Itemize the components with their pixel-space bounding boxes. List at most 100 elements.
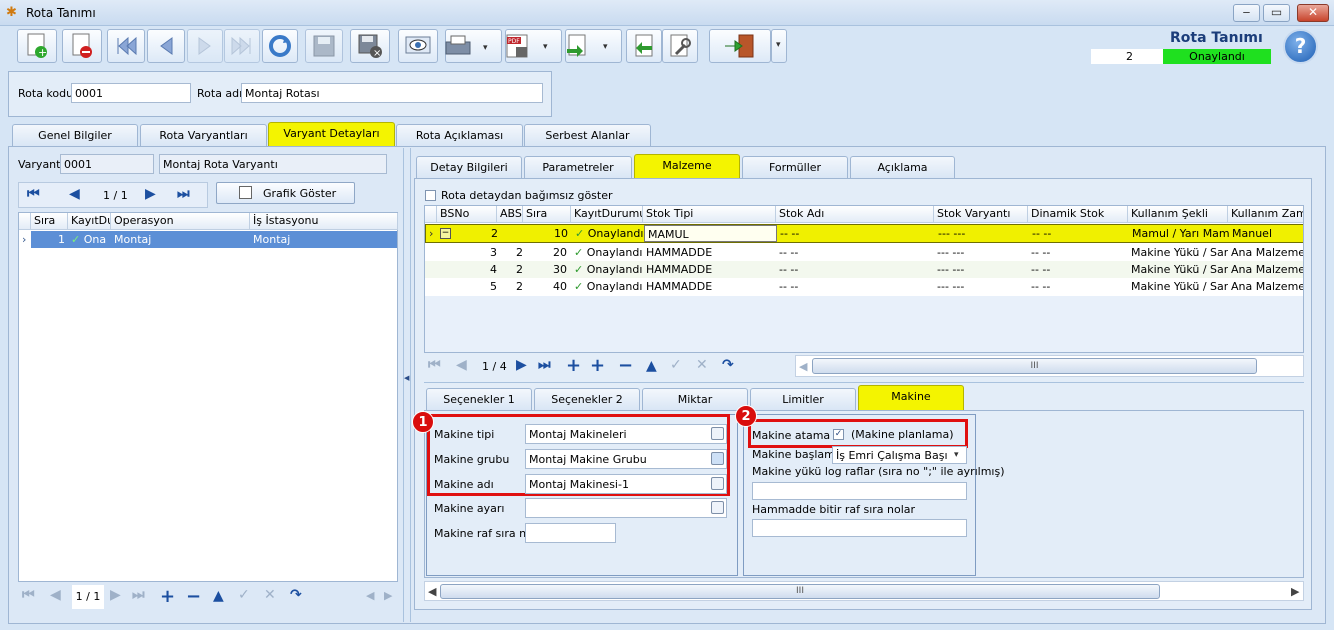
undo-icon[interactable]: ↷: [722, 357, 734, 373]
export-pdf-button[interactable]: PDF ▾: [505, 29, 562, 63]
col-status[interactable]: KayıtDurumu: [571, 206, 643, 223]
svg-text:▾: ▾: [483, 43, 488, 53]
exit-button[interactable]: [709, 29, 771, 63]
up-icon[interactable]: ▲: [646, 358, 657, 374]
machine-shelf-input[interactable]: [525, 523, 616, 543]
new-record-button[interactable]: +: [17, 29, 57, 63]
first-icon[interactable]: ⏮: [27, 186, 40, 202]
exit-dropdown[interactable]: ▾: [771, 29, 787, 63]
next-icon[interactable]: ▶: [145, 186, 156, 202]
import-icon[interactable]: [626, 29, 662, 63]
col-stock-type[interactable]: Stok Tipi: [643, 206, 776, 223]
help-icon[interactable]: ?: [1283, 29, 1318, 64]
close-button[interactable]: ✕: [1297, 4, 1329, 22]
table-row[interactable]: 4 2 30 ✓ Onaylandı HAMMADDE -- -- --- --…: [425, 261, 1303, 278]
machine-assign-checkbox[interactable]: ✓: [833, 429, 844, 440]
tab-variant-details[interactable]: Varyant Detayları: [268, 122, 395, 147]
svg-text:×: ×: [373, 48, 381, 59]
last-icon[interactable]: ⏭: [538, 357, 551, 373]
next-record-icon[interactable]: [187, 29, 223, 63]
machine-group-label: Makine grubu: [434, 453, 510, 466]
left-bottom-nav: ⏮ ◀ 1 / 1 ▶ ⏭ + − ▲ ✓ ✕ ↷ ◀ ▶: [18, 585, 398, 609]
col-bsno[interactable]: BSNo: [437, 206, 497, 223]
remove-icon[interactable]: −: [186, 586, 201, 607]
tab-detail-info[interactable]: Detay Bilgileri: [416, 156, 522, 178]
chevron-down-icon[interactable]: ▾: [954, 450, 959, 460]
col-station[interactable]: İş İstasyonu: [250, 213, 398, 230]
preview-icon[interactable]: [398, 29, 438, 63]
machine-log-input[interactable]: [752, 482, 967, 500]
last-icon[interactable]: ⏭: [177, 186, 190, 202]
material-finish-input[interactable]: [752, 519, 967, 537]
col-status[interactable]: KayıtDu: [68, 213, 111, 230]
tab-machine[interactable]: Makine: [858, 385, 964, 411]
tab-limits[interactable]: Limitler: [750, 388, 856, 410]
copy-button[interactable]: ▾: [565, 29, 622, 63]
name-input[interactable]: Montaj Rotası: [241, 83, 543, 103]
material-finish-label: Hammadde bitir raf sıra nolar: [752, 503, 916, 516]
tab-variants[interactable]: Rota Varyantları: [140, 124, 267, 146]
tab-quantity[interactable]: Miktar: [642, 388, 748, 410]
variant-code: 0001: [60, 154, 154, 174]
add-child-icon[interactable]: +: [590, 355, 605, 376]
minimize-button[interactable]: ‒: [1233, 4, 1260, 22]
maximize-button[interactable]: ▭: [1263, 4, 1290, 22]
remove-icon[interactable]: −: [618, 355, 633, 376]
tab-material[interactable]: Malzeme: [634, 154, 740, 179]
col-sira[interactable]: Sıra: [31, 213, 68, 230]
table-row[interactable]: › 1 ✓ Ona Montaj Montaj: [19, 231, 397, 248]
machine-type-input[interactable]: Montaj Makineleri: [525, 424, 727, 444]
independent-checkbox[interactable]: [425, 190, 436, 201]
save-icon[interactable]: [305, 29, 343, 63]
add-icon[interactable]: +: [160, 586, 175, 607]
col-usage-time[interactable]: Kullanım Zaman: [1228, 206, 1303, 223]
title-bar: ✱ Rota Tanımı ‒ ▭ ✕: [0, 0, 1334, 26]
machine-assign-label: Makine atama: [752, 429, 831, 442]
undo-icon[interactable]: ↷: [290, 587, 302, 603]
graph-button-label: Grafik Göster: [263, 187, 337, 200]
material-hscroll[interactable]: ◀ III: [795, 355, 1304, 377]
tab-options-2[interactable]: Seçenekler 2: [534, 388, 640, 410]
col-absi[interactable]: ABSI: [497, 206, 523, 223]
prev-record-icon[interactable]: [147, 29, 185, 63]
machine-name-input[interactable]: Montaj Makinesi-1: [525, 474, 727, 494]
machine-start-select[interactable]: İş Emri Çalışma Başı: [832, 446, 967, 464]
machine-shelf-label: Makine raf sıra no: [434, 527, 533, 540]
graph-button[interactable]: Grafik Göster: [216, 182, 355, 204]
table-row[interactable]: 3 2 20 ✓ Onaylandı HAMMADDE -- -- --- --…: [425, 244, 1303, 261]
add-icon[interactable]: +: [566, 355, 581, 376]
machine-setting-input[interactable]: [525, 498, 727, 518]
tab-formulas[interactable]: Formüller: [742, 156, 848, 178]
operations-grid: Sıra KayıtDu Operasyon İş İstasyonu › 1 …: [18, 212, 398, 582]
splitter[interactable]: ◀: [403, 148, 411, 622]
independent-label: Rota detaydan bağımsız göster: [441, 189, 613, 202]
tab-general[interactable]: Genel Bilgiler: [12, 124, 138, 146]
print-button[interactable]: ▾: [445, 29, 502, 63]
last-record-icon[interactable]: [224, 29, 260, 63]
col-stock-name[interactable]: Stok Adı: [776, 206, 934, 223]
col-usage[interactable]: Kullanım Şekli: [1128, 206, 1228, 223]
table-row[interactable]: › − 2 10 ✓ Onaylandı MAMUL -- -- --- ---…: [425, 224, 1303, 243]
table-row[interactable]: 5 2 40 ✓ Onaylandı HAMMADDE -- -- --- --…: [425, 278, 1303, 295]
tab-description[interactable]: Rota Açıklaması: [396, 124, 523, 146]
refresh-icon[interactable]: [262, 29, 298, 63]
tools-icon[interactable]: [662, 29, 698, 63]
up-icon[interactable]: ▲: [213, 588, 224, 604]
col-operation[interactable]: Operasyon: [111, 213, 250, 230]
col-dynamic-stock[interactable]: Dinamik Stok: [1028, 206, 1128, 223]
tab-options-1[interactable]: Seçenekler 1: [426, 388, 532, 410]
first-record-icon[interactable]: [107, 29, 145, 63]
code-input[interactable]: 0001: [71, 83, 191, 103]
bottom-hscroll[interactable]: ◀ III ▶: [424, 581, 1304, 601]
save-close-icon[interactable]: ×: [350, 29, 390, 63]
col-sira[interactable]: Sıra: [523, 206, 571, 223]
machine-group-input[interactable]: Montaj Makine Grubu: [525, 449, 727, 469]
bottom-pager: 1 / 1: [72, 585, 104, 609]
delete-record-button[interactable]: [62, 29, 102, 63]
tab-parameters[interactable]: Parametreler: [524, 156, 632, 178]
tab-free-fields[interactable]: Serbest Alanlar: [524, 124, 651, 146]
col-stock-variant[interactable]: Stok Varyantı: [934, 206, 1028, 223]
prev-icon[interactable]: ◀: [69, 186, 80, 202]
next-icon[interactable]: ▶: [516, 357, 527, 373]
tab-notes[interactable]: Açıklama: [850, 156, 955, 178]
